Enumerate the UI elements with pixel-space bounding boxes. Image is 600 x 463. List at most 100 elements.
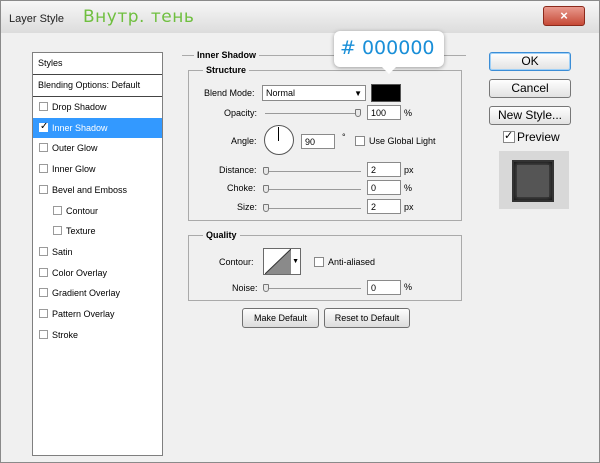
angle-dial[interactable]	[264, 125, 294, 155]
style-item-label: Color Overlay	[52, 267, 108, 278]
angle-input[interactable]: 90	[301, 134, 335, 149]
blending-options-item[interactable]: Blending Options: Default	[33, 75, 162, 97]
new-style-button[interactable]: New Style...	[489, 106, 571, 125]
distance-input[interactable]: 2	[367, 162, 401, 177]
style-item-label: Gradient Overlay	[52, 288, 121, 299]
style-item-label: Bevel and Emboss	[52, 184, 128, 195]
make-default-button[interactable]: Make Default	[242, 308, 319, 328]
style-checkbox[interactable]	[53, 226, 62, 236]
contour-dropdown-icon: ▼	[292, 258, 299, 265]
distance-unit: px	[404, 165, 414, 175]
opacity-slider-thumb[interactable]	[355, 109, 361, 117]
style-item-label: Outer Glow	[52, 143, 98, 154]
style-item-contour[interactable]: Contour	[33, 201, 162, 221]
anti-aliased-checkbox[interactable]	[314, 257, 324, 267]
noise-slider-track[interactable]	[265, 288, 361, 289]
cancel-button[interactable]: Cancel	[489, 79, 571, 98]
opacity-unit: %	[404, 108, 413, 118]
style-checkbox[interactable]	[39, 164, 48, 174]
preview-swatch	[512, 160, 554, 202]
layer-style-dialog: Layer Style Внутр. тень × Styles Blendin…	[0, 0, 600, 463]
size-label: Size:	[237, 202, 258, 212]
quality-title: Quality	[203, 230, 240, 240]
structure-title: Structure	[203, 65, 250, 75]
inner-shadow-title: Inner Shadow	[194, 50, 260, 60]
style-checkbox[interactable]	[39, 267, 48, 277]
opacity-label: Opacity:	[224, 108, 258, 118]
style-item-label: Stroke	[52, 329, 79, 340]
size-unit: px	[404, 202, 414, 212]
choke-input[interactable]: 0	[367, 180, 401, 195]
shadow-color-swatch[interactable]	[371, 84, 401, 102]
noise-label: Noise:	[232, 283, 258, 293]
style-item-label: Inner Shadow	[52, 122, 108, 133]
checkmark-icon: ✓	[504, 130, 514, 142]
choke-slider-track[interactable]	[265, 189, 361, 190]
ok-button[interactable]: OK	[489, 52, 571, 71]
style-item-label: Texture	[66, 226, 96, 237]
style-item-color-overlay[interactable]: Color Overlay	[33, 263, 162, 283]
style-checkbox[interactable]	[39, 143, 48, 153]
style-item-label: Pattern Overlay	[52, 309, 115, 319]
use-global-light-label: Use Global Light	[369, 136, 436, 146]
use-global-light-checkbox[interactable]	[355, 136, 365, 146]
distance-slider-thumb[interactable]	[263, 167, 269, 175]
style-item-label: Drop Shadow	[52, 102, 107, 112]
choke-label: Choke:	[227, 183, 256, 193]
color-hex-callout: # 000000	[334, 31, 444, 74]
styles-list: Styles Blending Options: Default Drop Sh…	[32, 52, 163, 456]
style-item-pattern-overlay[interactable]: Pattern Overlay	[33, 304, 162, 324]
style-checkbox[interactable]	[39, 309, 48, 318]
style-checkbox[interactable]	[39, 184, 48, 194]
preview-thumbnail	[499, 151, 569, 209]
preview-checkbox[interactable]: ✓	[503, 130, 515, 143]
opacity-slider-track[interactable]	[265, 113, 361, 114]
style-item-label: Inner Glow	[52, 164, 96, 175]
style-checkbox[interactable]	[39, 288, 48, 298]
style-checkbox[interactable]	[39, 102, 48, 111]
style-item-gradient-overlay[interactable]: Gradient Overlay	[33, 283, 162, 303]
distance-label: Distance:	[219, 165, 257, 175]
noise-slider-thumb[interactable]	[263, 284, 269, 292]
title-bar: Layer Style Внутр. тень ×	[1, 1, 599, 33]
close-icon: ×	[560, 8, 568, 23]
blend-mode-select[interactable]: Normal ▼	[262, 85, 366, 101]
size-slider-track[interactable]	[265, 208, 361, 209]
title-annotation: Внутр. тень	[83, 7, 195, 27]
quality-group	[188, 235, 462, 301]
contour-label: Contour:	[219, 257, 254, 267]
styles-header[interactable]: Styles	[33, 53, 162, 75]
style-item-bevel-and-emboss[interactable]: Bevel and Emboss	[33, 180, 162, 200]
contour-picker[interactable]: ▼	[263, 248, 301, 275]
style-item-label: Contour	[66, 205, 99, 216]
distance-slider-track[interactable]	[265, 171, 361, 172]
style-item-drop-shadow[interactable]: Drop Shadow	[33, 97, 162, 117]
close-button[interactable]: ×	[543, 6, 585, 26]
size-slider-thumb[interactable]	[263, 204, 269, 212]
blend-mode-label: Blend Mode:	[204, 88, 255, 98]
style-item-texture[interactable]: Texture	[33, 221, 162, 241]
style-checkbox[interactable]	[39, 121, 48, 132]
style-item-label: Satin	[52, 246, 73, 257]
angle-unit: °	[342, 132, 346, 142]
choke-slider-thumb[interactable]	[263, 185, 269, 193]
style-checkbox[interactable]	[39, 246, 48, 256]
contour-curve-icon	[265, 249, 291, 274]
style-checkbox[interactable]	[53, 205, 62, 215]
angle-label: Angle:	[231, 136, 257, 146]
style-checkbox[interactable]	[39, 329, 48, 339]
noise-unit: %	[404, 282, 413, 292]
style-item-outer-glow[interactable]: Outer Glow	[33, 138, 162, 158]
choke-unit: %	[404, 183, 413, 193]
style-item-satin[interactable]: Satin	[33, 242, 162, 262]
noise-input[interactable]: 0	[367, 280, 401, 295]
style-item-stroke[interactable]: Stroke	[33, 325, 162, 345]
style-item-inner-shadow[interactable]: Inner Shadow	[33, 117, 162, 138]
size-input[interactable]: 2	[367, 199, 401, 214]
reset-to-default-button[interactable]: Reset to Default	[324, 308, 410, 328]
anti-aliased-label: Anti-aliased	[328, 257, 376, 267]
dialog-title: Layer Style	[9, 13, 65, 25]
style-item-inner-glow[interactable]: Inner Glow	[33, 159, 162, 179]
opacity-input[interactable]: 100	[367, 105, 401, 120]
preview-label: Preview	[517, 130, 560, 144]
